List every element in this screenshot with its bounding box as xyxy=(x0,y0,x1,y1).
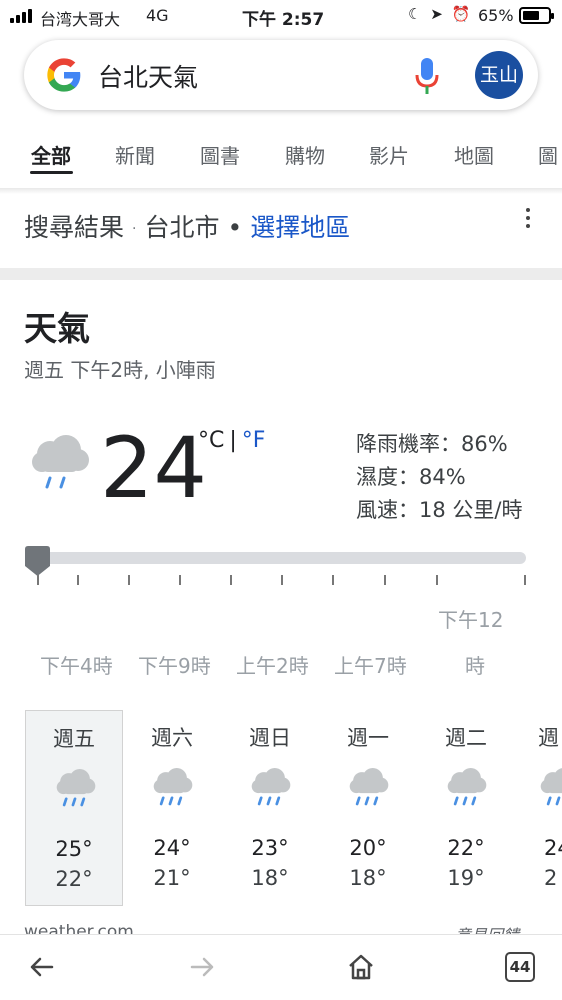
status-time: 下午 2:57 xyxy=(242,10,325,30)
status-icons: ☾ ➤ ⏰ xyxy=(408,5,470,23)
low-temp: 21° xyxy=(153,866,191,890)
celsius-toggle[interactable]: °C xyxy=(198,428,224,453)
tab-videos[interactable]: 影片 xyxy=(369,140,409,169)
time-label: 下午9時 xyxy=(138,654,211,678)
tab-images[interactable]: 圖 xyxy=(538,140,558,169)
section-divider xyxy=(0,268,562,280)
day-name: 週 xyxy=(538,726,559,750)
alarm-icon: ⏰ xyxy=(451,5,471,23)
high-temp: 25° xyxy=(55,837,93,861)
slider-tick xyxy=(230,575,232,585)
high-temp: 22° xyxy=(447,836,485,860)
avatar[interactable]: 玉山 xyxy=(475,51,523,99)
separator-dot: · xyxy=(132,221,137,237)
time-slider-track[interactable] xyxy=(28,552,526,564)
rain-cloud-icon xyxy=(55,767,96,807)
rain-cloud-icon xyxy=(348,766,389,806)
forecast-day[interactable]: 週一 20° 18° xyxy=(319,710,417,906)
day-name: 週五 xyxy=(53,727,95,751)
tab-shopping[interactable]: 購物 xyxy=(285,140,325,169)
slider-tick xyxy=(179,575,181,585)
rain-cloud-icon xyxy=(539,766,562,806)
slider-tick xyxy=(77,575,79,585)
location-arrow-icon: ➤ xyxy=(430,5,443,23)
low-temp: 18° xyxy=(251,866,289,890)
tab-news[interactable]: 新聞 xyxy=(115,140,155,169)
signal-icon xyxy=(10,9,38,23)
tab-books[interactable]: 圖書 xyxy=(200,140,240,169)
carrier-name: 台湾大哥大 xyxy=(40,10,121,29)
wind-speed: 風速：18 公里/時 xyxy=(356,498,523,522)
time-label: 下午12 xyxy=(438,608,504,632)
divider xyxy=(0,188,562,194)
search-bar[interactable]: 台北天氣 玉山 xyxy=(24,40,538,110)
network-type: 4G xyxy=(146,6,169,25)
high-temp: 24° xyxy=(153,836,191,860)
google-logo-icon xyxy=(47,58,81,92)
forecast-day[interactable]: 週五 25° 22° xyxy=(25,710,123,906)
tabs-count-icon[interactable]: 44 xyxy=(505,952,535,982)
browser-toolbar: 44 xyxy=(0,934,562,1000)
microphone-icon[interactable] xyxy=(414,56,440,96)
rain-cloud-icon xyxy=(32,435,89,489)
high-temp: 20° xyxy=(349,836,387,860)
forecast-day[interactable]: 週 24 2 xyxy=(515,710,562,906)
search-input[interactable]: 台北天氣 xyxy=(98,58,198,94)
current-temperature: 24 xyxy=(100,419,207,517)
unit-toggle: °C | °F xyxy=(198,428,265,453)
separator-bullet: • xyxy=(227,213,243,242)
time-label: 上午2時 xyxy=(236,654,309,678)
slider-tick xyxy=(436,575,438,585)
results-label: 搜尋結果 xyxy=(24,213,125,242)
slider-tick xyxy=(384,575,386,585)
weather-details: 降雨機率：86% 濕度：84% 風速：18 公里/時 xyxy=(356,428,522,527)
weather-subtitle: 週五 下午2時, 小陣雨 xyxy=(24,358,216,382)
tab-maps[interactable]: 地圖 xyxy=(454,140,494,169)
fahrenheit-toggle[interactable]: °F xyxy=(242,428,266,453)
rain-cloud-icon xyxy=(152,766,193,806)
slider-tick xyxy=(128,575,130,585)
forecast-day[interactable]: 週日 23° 18° xyxy=(221,710,319,906)
slider-tick xyxy=(524,575,526,585)
unit-separator: | xyxy=(229,428,237,453)
weather-title: 天氣 xyxy=(24,309,90,348)
slider-tick xyxy=(37,575,39,585)
low-temp: 18° xyxy=(349,866,387,890)
day-name: 週六 xyxy=(151,726,193,750)
day-name: 週二 xyxy=(445,726,487,750)
forecast-day[interactable]: 週六 24° 21° xyxy=(123,710,221,906)
status-bar: 台湾大哥大 4G 下午 2:57 ☾ ➤ ⏰ 65% xyxy=(0,0,562,34)
rain-cloud-icon xyxy=(446,766,487,806)
choose-region-link[interactable]: 選擇地區 xyxy=(250,213,350,242)
moon-icon: ☾ xyxy=(408,5,422,23)
low-temp: 19° xyxy=(447,866,485,890)
active-tab-indicator xyxy=(30,171,73,174)
day-name: 週日 xyxy=(249,726,291,750)
back-arrow-icon[interactable] xyxy=(26,951,58,983)
day-name: 週一 xyxy=(347,726,389,750)
time-label: 上午7時 xyxy=(334,654,407,678)
low-temp: 22° xyxy=(55,867,93,891)
time-slider-handle[interactable] xyxy=(25,546,50,576)
time-label: 時 xyxy=(465,654,485,678)
search-tabs: 全部 新聞 圖書 購物 影片 地圖 圖 xyxy=(0,140,562,180)
slider-tick xyxy=(332,575,334,585)
humidity: 濕度：84% xyxy=(356,465,466,489)
more-options-icon[interactable] xyxy=(522,208,534,230)
low-temp: 2 xyxy=(544,866,558,890)
rain-cloud-icon xyxy=(250,766,291,806)
time-label: 下午4時 xyxy=(40,654,113,678)
results-location-line: 搜尋結果 · 台北市 • 選擇地區 xyxy=(24,208,350,244)
home-icon[interactable] xyxy=(345,951,377,983)
battery-icon xyxy=(519,7,554,24)
precipitation-chance: 降雨機率：86% xyxy=(356,432,508,456)
tab-all[interactable]: 全部 xyxy=(31,140,71,169)
battery-percent: 65% xyxy=(478,6,514,25)
slider-tick xyxy=(281,575,283,585)
high-temp: 23° xyxy=(251,836,289,860)
forecast-day[interactable]: 週二 22° 19° xyxy=(417,710,515,906)
high-temp: 24 xyxy=(544,836,562,860)
forward-arrow-icon[interactable] xyxy=(186,951,218,983)
results-location: 台北市 xyxy=(144,213,220,242)
